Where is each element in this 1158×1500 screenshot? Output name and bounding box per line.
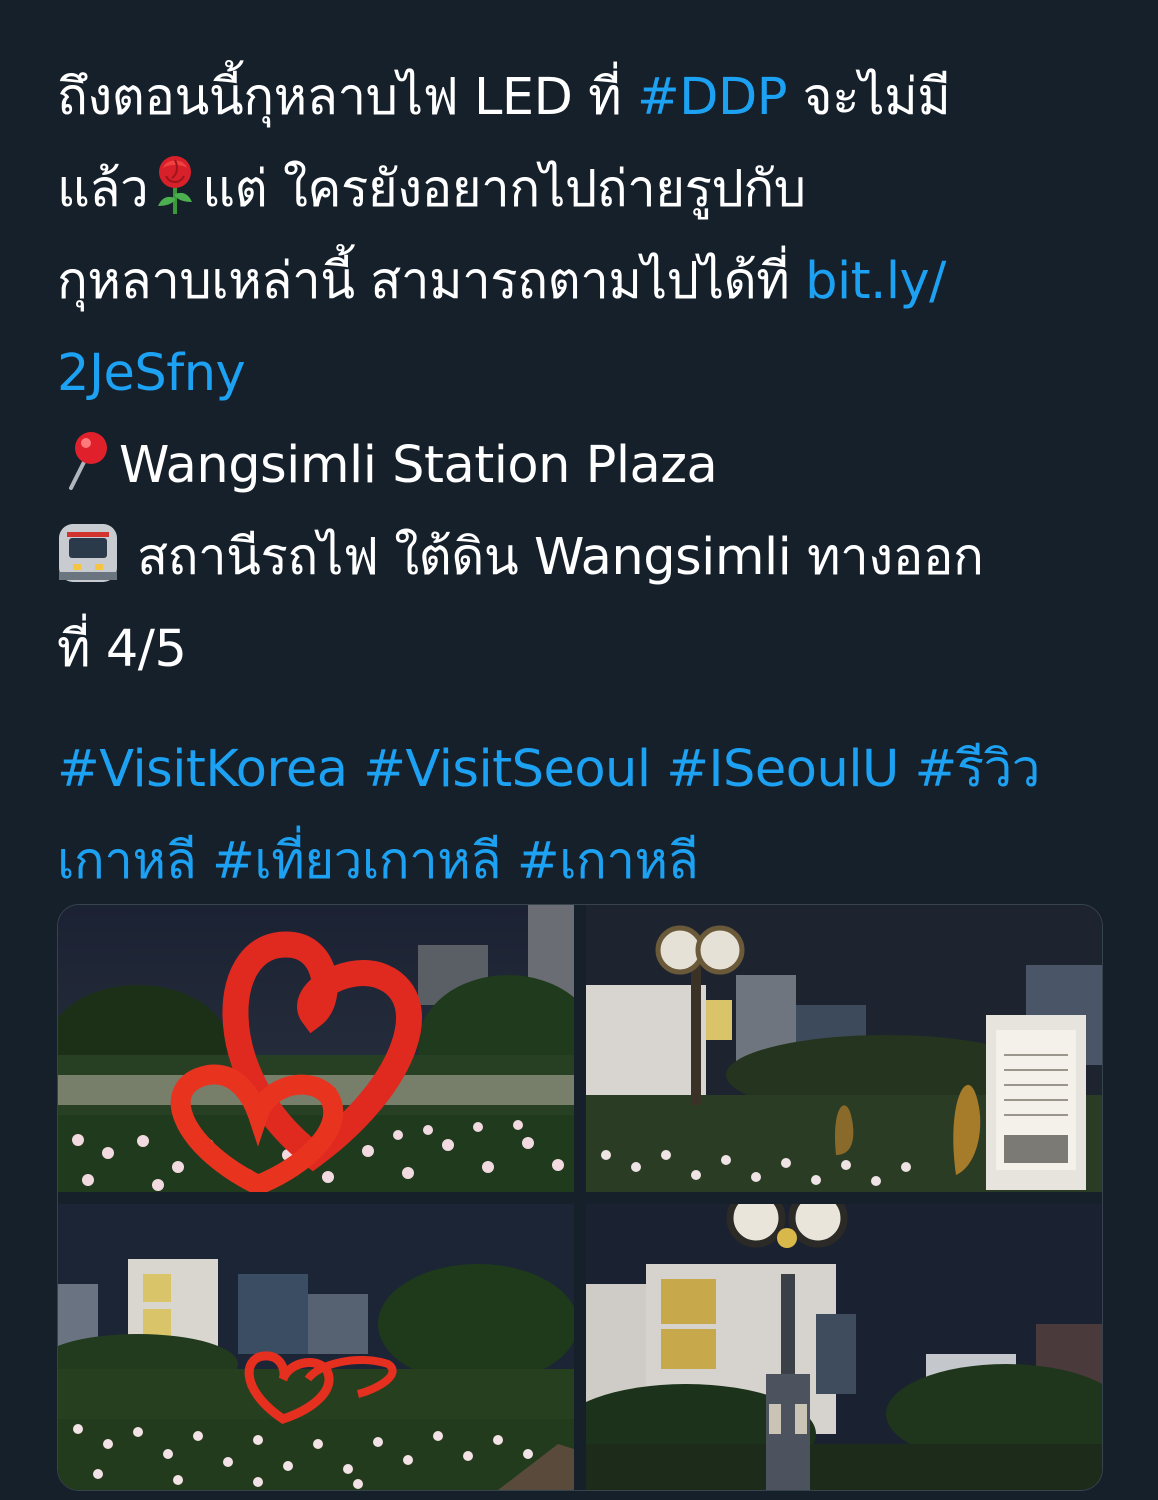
rose-icon [152,154,198,216]
photo-clock-tower-building[interactable] [586,1204,1102,1490]
tweet-text-segment: กุหลาบเหล่านี้ สามารถตามไปได้ที่ [57,252,806,311]
tweet-text-segment: จะไม่มี [786,68,951,127]
tweet-body: ถึงตอนนี้กุหลาบไฟ LED ที่ #DDP จะไม่มี แ… [57,52,1117,908]
photo-heart-sculpture[interactable] [58,905,574,1192]
photo-heart-rose-field[interactable] [58,1204,574,1490]
exit-text: ที่ 4/5 [57,620,187,679]
tweet-line-station: สถานีรถไฟ ใต้ดิน Wangsimli ทางออก [57,512,1117,604]
tweet-text-segment: แต่ ใครยังอยากไปถ่ายรูปกับ [202,160,806,219]
hashtag-ddp[interactable]: #DDP [637,68,788,127]
tweet-line-exit: ที่ 4/5 [57,604,1117,696]
media-grid [57,904,1103,1491]
metro-icon [57,522,119,584]
tweet-line-3: กุหลาบเหล่านี้ สามารถตามไปได้ที่ bit.ly/ [57,236,1117,328]
tweet-line-1: ถึงตอนนี้กุหลาบไฟ LED ที่ #DDP จะไม่มี [57,52,1117,144]
short-link-part-2[interactable]: 2JeSfny [57,344,246,403]
round-pushpin-icon [57,430,115,492]
location-text: Wangsimli Station Plaza [119,436,718,495]
tweet-line-2: แล้ว แต่ ใครยังอยากไปถ่ายรูปกับ [57,144,1117,236]
hashtags-line-1[interactable]: #VisitKorea #VisitSeoul #ISeoulU #รีวิว [57,724,1117,816]
tweet-line-4: 2JeSfny [57,328,1117,420]
station-text: สถานีรถไฟ ใต้ดิน Wangsimli ทางออก [137,528,984,587]
short-link-part-1[interactable]: bit.ly/ [805,252,946,311]
tweet-line-location: Wangsimli Station Plaza [57,420,1117,512]
tweet-text-segment: ถึงตอนนี้กุหลาบไฟ LED ที่ [57,68,637,127]
hashtags-line-2[interactable]: เกาหลี #เที่ยวเกาหลี #เกาหลี [57,816,1117,908]
tweet-text-segment: แล้ว [57,160,149,219]
photo-clock-tower-statues[interactable] [586,905,1102,1192]
